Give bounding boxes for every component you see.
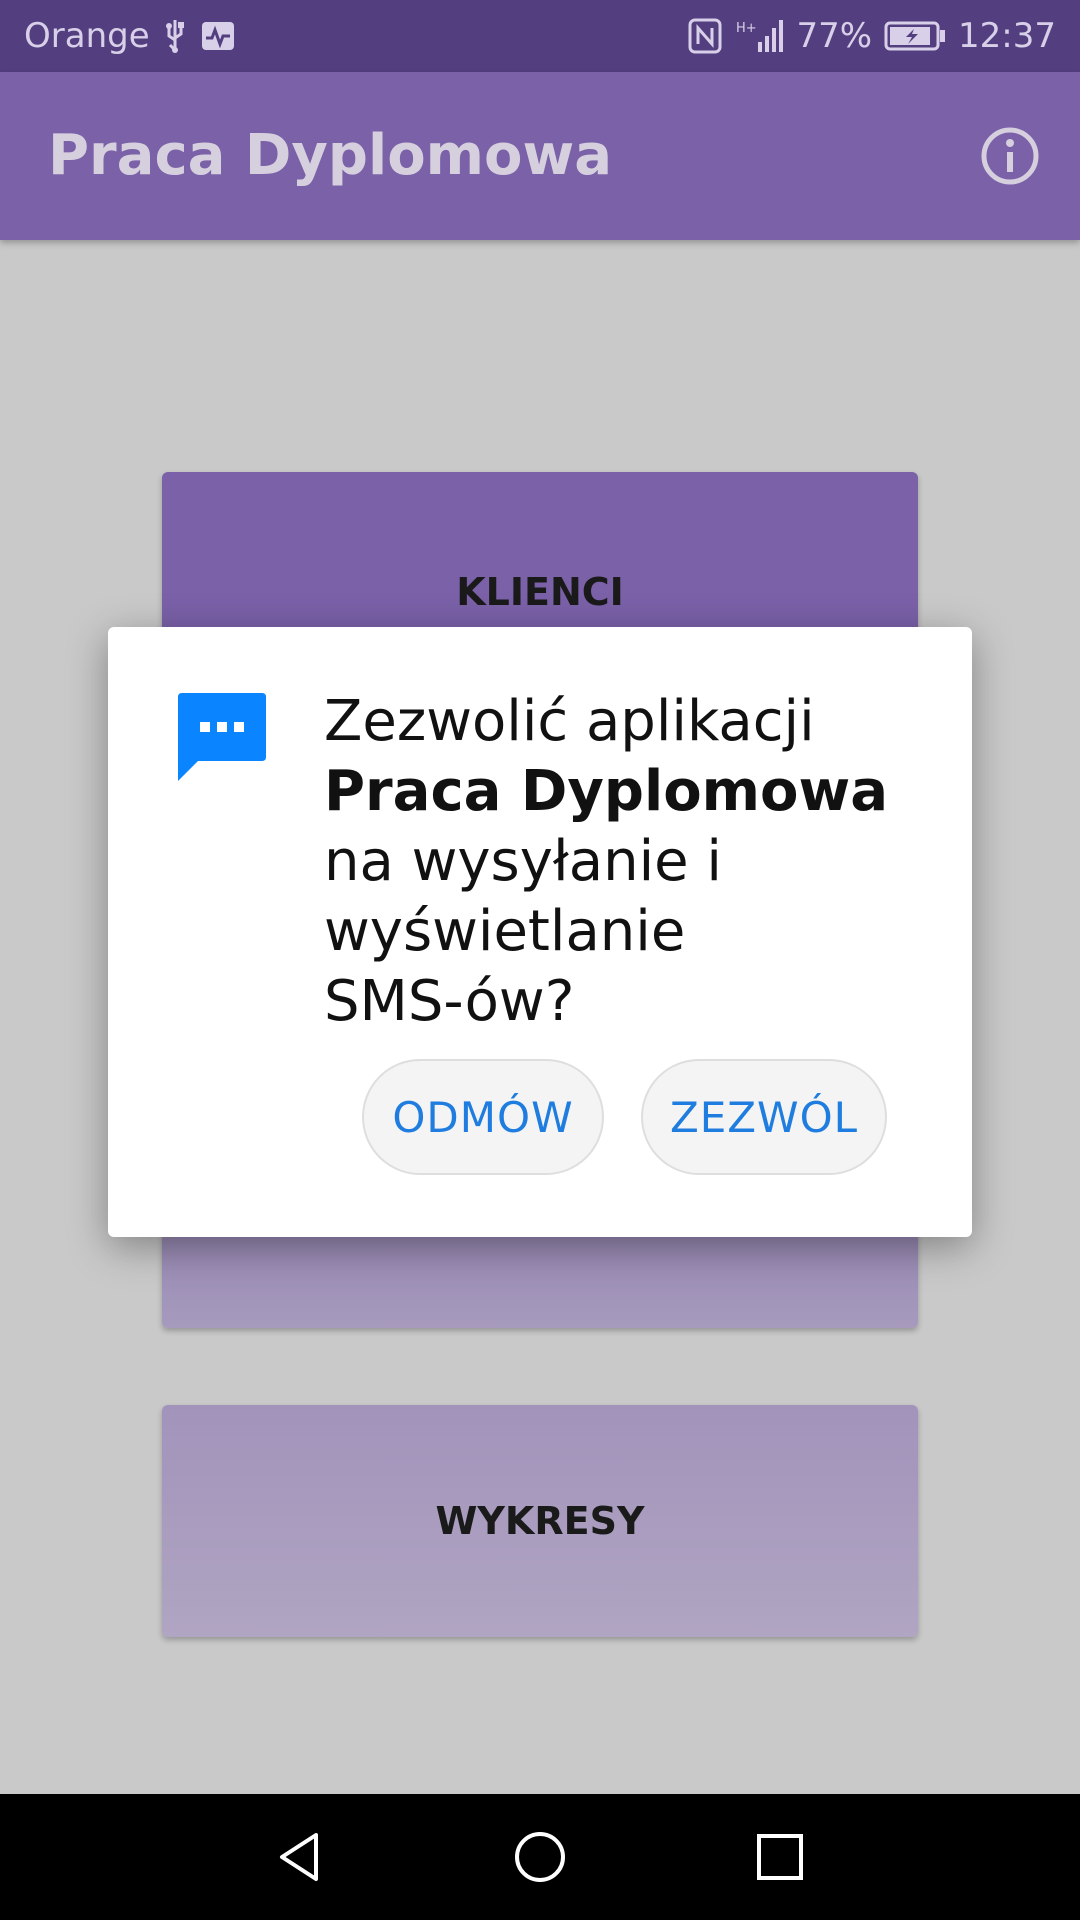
allow-button[interactable]: ZEZWÓL — [641, 1059, 887, 1175]
signal-icon: H+ — [734, 18, 784, 54]
status-right: H+ 77% 12:37 — [688, 0, 1056, 72]
app-title: Praca Dyplomowa — [48, 123, 613, 188]
status-bar: Orange H+ 77% 12:37 — [0, 0, 1080, 72]
back-icon[interactable] — [272, 1829, 328, 1885]
info-icon[interactable] — [980, 126, 1040, 186]
permission-dialog: Zezwolić aplikacji Praca Dyplomowa na wy… — [108, 627, 972, 1237]
deny-button[interactable]: ODMÓW — [362, 1059, 604, 1175]
app-bar: Praca Dyplomowa — [0, 72, 1080, 240]
dialog-app-name: Praca Dyplomowa — [324, 759, 889, 824]
svg-text:H+: H+ — [736, 21, 757, 36]
battery-percent: 77% — [796, 16, 873, 56]
dialog-line-5: SMS-ów? — [324, 969, 575, 1034]
battery-icon — [884, 21, 946, 51]
usb-icon — [162, 18, 188, 54]
charts-button[interactable]: WYKRESY — [162, 1405, 918, 1637]
clock: 12:37 — [958, 16, 1056, 56]
navigation-bar — [0, 1794, 1080, 1920]
dialog-message: Zezwolić aplikacji Praca Dyplomowa na wy… — [324, 687, 924, 1037]
activity-icon — [200, 20, 236, 52]
home-icon[interactable] — [512, 1829, 568, 1885]
dialog-line-3: na wysyłanie i — [324, 829, 722, 894]
dialog-line-1: Zezwolić aplikacji — [324, 689, 815, 754]
sms-icon — [176, 689, 268, 781]
clients-label: KLIENCI — [456, 570, 624, 614]
status-left: Orange — [24, 0, 236, 72]
charts-label: WYKRESY — [435, 1499, 645, 1543]
nfc-icon — [688, 18, 722, 54]
recents-icon[interactable] — [752, 1829, 808, 1885]
dialog-line-4: wyświetlanie — [324, 899, 686, 964]
carrier-name: Orange — [24, 16, 150, 56]
